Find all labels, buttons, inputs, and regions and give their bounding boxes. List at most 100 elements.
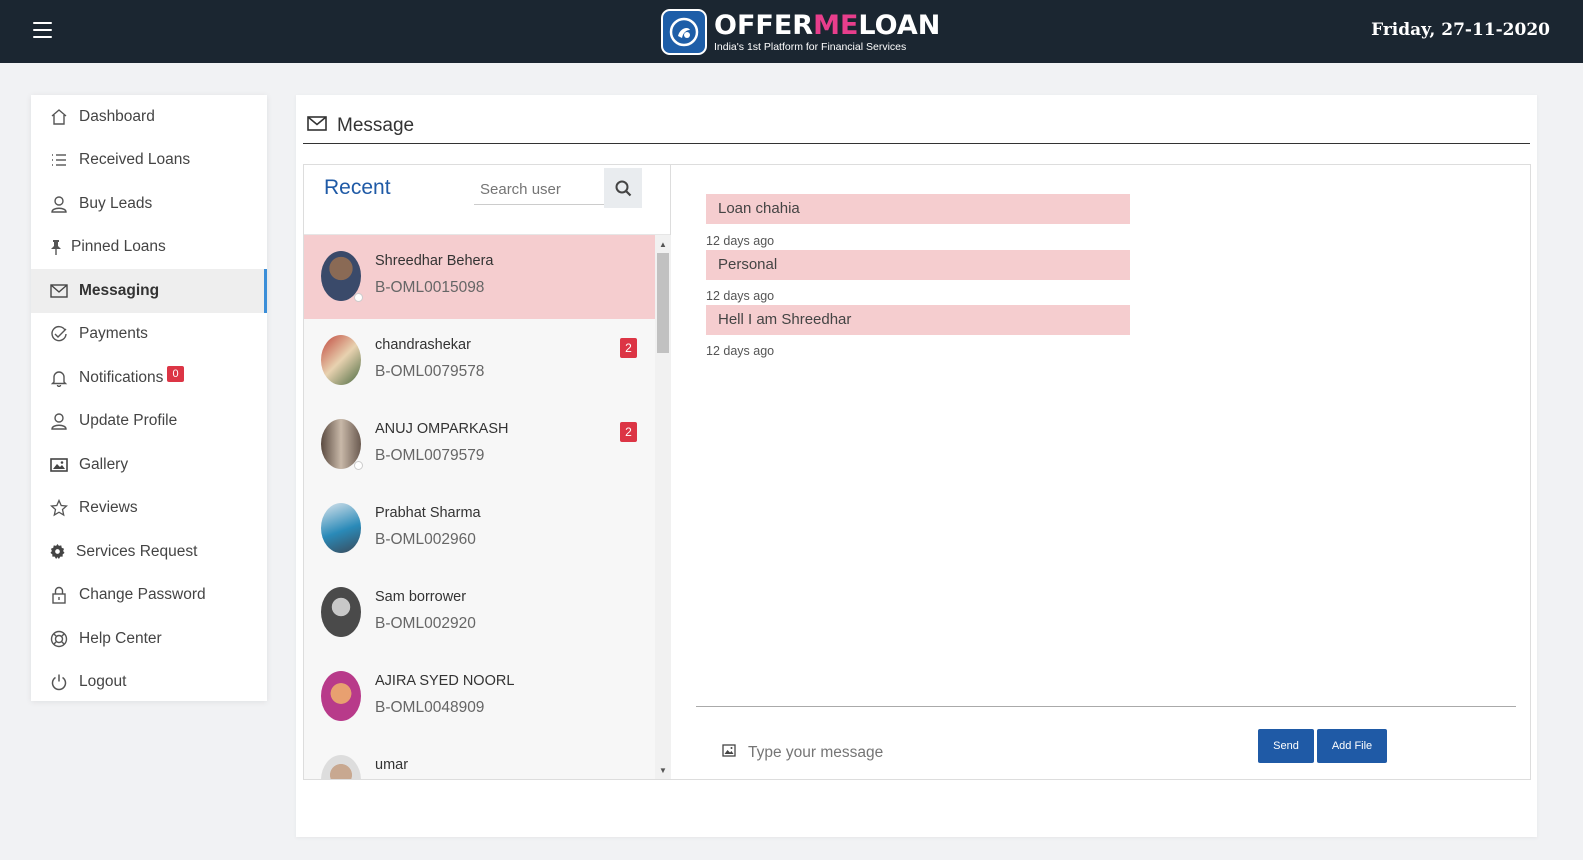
sidebar-item-services-request[interactable]: Services Request bbox=[31, 530, 267, 574]
hamburger-menu-icon[interactable] bbox=[33, 22, 52, 38]
conversation-list-scrollbar[interactable]: ▲ ▼ bbox=[655, 235, 671, 779]
sidebar-item-buy-leads[interactable]: Buy Leads bbox=[31, 182, 267, 226]
conversation-list: Shreedhar Behera B-OML0015098 chandrashe… bbox=[304, 235, 655, 779]
envelope-icon bbox=[307, 116, 327, 136]
conversation-list-header: Recent bbox=[304, 165, 670, 235]
sidebar-item-reviews[interactable]: Reviews bbox=[31, 487, 267, 531]
conversation-item-chandrashekar[interactable]: chandrashekar B-OML0079578 2 bbox=[304, 319, 655, 403]
sidebar: Dashboard Received Loans Buy Leads Pinne… bbox=[31, 95, 267, 701]
sidebar-item-label: Buy Leads bbox=[79, 194, 153, 212]
sidebar-item-update-profile[interactable]: Update Profile bbox=[31, 400, 267, 444]
sidebar-item-label: Logout bbox=[79, 673, 127, 691]
recent-heading: Recent bbox=[324, 176, 391, 199]
sidebar-item-change-password[interactable]: Change Password bbox=[31, 574, 267, 618]
sidebar-item-label: Pinned Loans bbox=[71, 238, 166, 256]
brand-logo[interactable]: OFFERMELOAN India's 1st Platform for Fin… bbox=[661, 8, 940, 56]
gear-icon bbox=[49, 542, 65, 562]
list-icon bbox=[49, 150, 69, 170]
scrollbar-thumb[interactable] bbox=[657, 253, 669, 353]
scroll-up-arrow-icon[interactable]: ▲ bbox=[655, 237, 671, 251]
user-id: B-OML0015098 bbox=[375, 279, 485, 296]
message-thread-pane: Loan chahia 12 days ago Personal 12 days… bbox=[672, 165, 1530, 779]
chat-container: Recent Shreedhar Behera B-OML0015098 cha… bbox=[303, 164, 1531, 780]
avatar bbox=[321, 671, 361, 721]
conversation-item-prabhat-sharma[interactable]: Prabhat Sharma B-OML002960 bbox=[304, 487, 655, 571]
avatar bbox=[321, 755, 361, 779]
logo-text: OFFERMELOAN India's 1st Platform for Fin… bbox=[714, 9, 941, 53]
user-icon bbox=[49, 411, 69, 431]
check-circle-icon bbox=[49, 324, 69, 344]
sidebar-item-label: Help Center bbox=[79, 629, 162, 647]
sidebar-item-label: Dashboard bbox=[79, 107, 155, 125]
logo-mark-icon bbox=[661, 9, 707, 55]
sidebar-item-label: Payments bbox=[79, 325, 148, 343]
sidebar-item-label: Notifications bbox=[79, 368, 164, 386]
user-id: B-OML002920 bbox=[375, 615, 476, 632]
message-timestamp: 12 days ago bbox=[706, 289, 775, 303]
user-id: B-OML0079579 bbox=[375, 447, 485, 464]
unread-count-badge: 2 bbox=[620, 422, 637, 442]
sidebar-item-dashboard[interactable]: Dashboard bbox=[31, 95, 267, 139]
sidebar-item-notifications[interactable]: Notifications 0 bbox=[31, 356, 267, 400]
avatar bbox=[321, 335, 361, 385]
top-bar: OFFERMELOAN India's 1st Platform for Fin… bbox=[0, 0, 1583, 63]
scroll-down-arrow-icon[interactable]: ▼ bbox=[655, 763, 671, 777]
sidebar-item-payments[interactable]: Payments bbox=[31, 313, 267, 357]
sidebar-item-label: Update Profile bbox=[79, 412, 178, 430]
conversation-item-shreedhar-behera[interactable]: Shreedhar Behera B-OML0015098 bbox=[304, 235, 655, 319]
image-icon bbox=[49, 455, 69, 475]
status-dot bbox=[354, 293, 363, 302]
user-name: Sam borrower bbox=[375, 589, 467, 605]
star-icon bbox=[49, 498, 69, 518]
user-name: AJIRA SYED NOORL bbox=[375, 673, 515, 689]
conversation-item-anuj-omparkash[interactable]: ANUJ OMPARKASH B-OML0079579 2 bbox=[304, 403, 655, 487]
sidebar-item-label: Change Password bbox=[79, 586, 206, 604]
message-bubble: Hell I am Shreedhar bbox=[706, 305, 1130, 335]
bell-icon bbox=[49, 368, 69, 388]
message-timestamp: 12 days ago bbox=[706, 344, 775, 358]
pin-icon bbox=[49, 237, 63, 257]
sidebar-item-received-loans[interactable]: Received Loans bbox=[31, 139, 267, 183]
send-button[interactable]: Send bbox=[1258, 729, 1314, 763]
current-date: Friday, 27-11-2020 bbox=[1371, 20, 1550, 40]
status-dot bbox=[354, 461, 363, 470]
message-bubble: Loan chahia bbox=[706, 194, 1130, 224]
sidebar-item-pinned-loans[interactable]: Pinned Loans bbox=[31, 226, 267, 270]
sidebar-item-label: Services Request bbox=[76, 542, 198, 560]
envelope-icon bbox=[49, 281, 69, 301]
user-name: Prabhat Sharma bbox=[375, 505, 481, 521]
user-id: B-OML002960 bbox=[375, 531, 476, 548]
sidebar-item-label: Reviews bbox=[79, 499, 138, 517]
sidebar-item-gallery[interactable]: Gallery bbox=[31, 443, 267, 487]
lifebuoy-icon bbox=[49, 629, 69, 649]
main-panel: Message Recent Shreedhar Behera B-OML001… bbox=[296, 95, 1537, 837]
conversation-item-ajira-syed-noorl[interactable]: AJIRA SYED NOORL B-OML0048909 bbox=[304, 655, 655, 739]
avatar bbox=[321, 587, 361, 637]
search-user-input[interactable] bbox=[474, 175, 604, 205]
user-icon bbox=[49, 194, 69, 214]
user-name: Shreedhar Behera bbox=[375, 253, 494, 269]
sidebar-item-help-center[interactable]: Help Center bbox=[31, 617, 267, 661]
user-id: B-OML0048909 bbox=[375, 699, 485, 716]
message-input[interactable] bbox=[748, 739, 1168, 767]
brand-tagline: India's 1st Platform for Financial Servi… bbox=[714, 40, 907, 53]
page-header: Message bbox=[303, 109, 1530, 144]
message-timestamp: 12 days ago bbox=[706, 234, 775, 248]
conversation-item-sam-borrower[interactable]: Sam borrower B-OML002920 bbox=[304, 571, 655, 655]
add-file-button[interactable]: Add File bbox=[1317, 729, 1387, 763]
sidebar-item-logout[interactable]: Logout bbox=[31, 661, 267, 705]
sidebar-item-messaging[interactable]: Messaging bbox=[31, 269, 267, 313]
sidebar-item-label: Received Loans bbox=[79, 151, 191, 169]
image-attach-icon[interactable] bbox=[722, 744, 736, 762]
avatar bbox=[321, 503, 361, 553]
search-icon bbox=[615, 180, 631, 196]
brand-name: OFFERMELOAN bbox=[714, 9, 941, 41]
power-icon bbox=[49, 672, 69, 692]
conversation-item-umar[interactable]: umar bbox=[304, 739, 655, 779]
message-bubble: Personal bbox=[706, 250, 1130, 280]
unread-count-badge: 2 bbox=[620, 338, 637, 358]
search-button[interactable] bbox=[604, 168, 642, 208]
page-title: Message bbox=[337, 115, 415, 136]
compose-divider bbox=[696, 706, 1516, 707]
home-icon bbox=[49, 107, 69, 127]
